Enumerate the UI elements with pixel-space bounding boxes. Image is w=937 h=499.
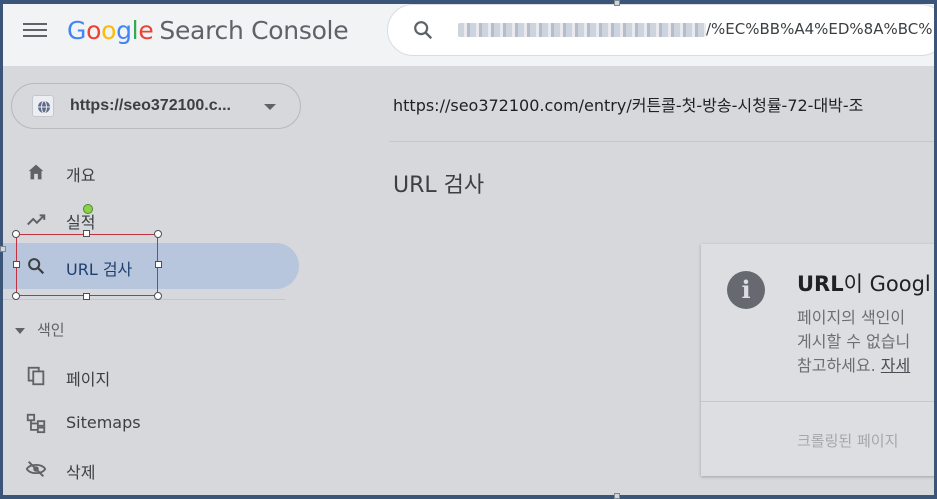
card-heading-b: 이 Googl	[843, 272, 931, 296]
card-heading: URL이 Googl	[797, 268, 931, 298]
sidebar-item-sitemaps[interactable]: Sitemaps	[3, 400, 299, 446]
resize-handle[interactable]	[154, 230, 162, 238]
frame-handle[interactable]	[614, 493, 620, 499]
section-label: 색인	[37, 321, 65, 339]
page-title: URL 검사	[393, 173, 485, 198]
property-url: https://seo372100.c...	[70, 97, 231, 114]
top-bar: Google Search Console /%EC%BB%A4%ED%8A%BC…	[3, 4, 934, 66]
header-divider	[389, 141, 934, 142]
learn-more-link[interactable]: 자세	[881, 356, 910, 375]
sidebar-item-overview[interactable]: 개요	[3, 149, 299, 195]
redacted-url-part	[458, 22, 706, 37]
search-query-text: /%EC%BB%A4%ED%8A%BC%	[458, 20, 933, 38]
frame-handle[interactable]	[0, 246, 6, 252]
inspected-url: https://seo372100.com/entry/커튼콜-첫-방송-시청률…	[393, 96, 864, 115]
hamburger-menu-icon[interactable]	[23, 20, 47, 40]
logo-letter: o	[86, 16, 102, 45]
sitemap-icon	[26, 413, 46, 434]
logo-letter: g	[116, 16, 132, 45]
card-text: 참고하세요.	[797, 356, 881, 375]
globe-icon	[32, 95, 54, 117]
resize-handle[interactable]	[83, 230, 90, 237]
google-search-console-logo[interactable]: Google Search Console	[67, 16, 349, 45]
card-heading-a: URL	[797, 272, 844, 296]
search-query-suffix: /%EC%BB%A4%ED%8A%BC%	[706, 20, 933, 38]
selection-rectangle[interactable]	[16, 234, 158, 296]
frame-handle[interactable]	[614, 0, 620, 6]
visibility-off-icon	[25, 460, 47, 478]
url-inspect-search-input[interactable]: /%EC%BB%A4%ED%8A%BC%	[387, 4, 934, 56]
caret-down-icon	[15, 327, 25, 334]
index-section-toggle[interactable]: 색인	[15, 319, 65, 340]
logo-letter: o	[101, 16, 117, 45]
card-text-line: 페이지의 색인이	[797, 308, 906, 327]
sidebar-divider	[3, 299, 285, 300]
home-icon	[28, 164, 44, 180]
sidebar-item-label: 페이지	[66, 370, 111, 389]
logo-letter: G	[67, 16, 87, 45]
card-divider	[701, 401, 934, 402]
product-name: Search Console	[159, 16, 349, 45]
chevron-down-icon	[264, 104, 276, 110]
sidebar-item-label: Sitemaps	[66, 413, 141, 432]
resize-handle[interactable]	[155, 261, 162, 268]
resize-handle[interactable]	[12, 230, 20, 238]
search-icon	[414, 21, 433, 40]
info-icon: i	[727, 271, 765, 309]
sidebar-item-label: 개요	[66, 166, 96, 185]
property-selector[interactable]: https://seo372100.c...	[11, 83, 301, 129]
rotation-handle[interactable]	[83, 204, 93, 214]
resize-handle[interactable]	[83, 293, 90, 300]
logo-letter: e	[138, 16, 154, 45]
sidebar-item-removals[interactable]: 삭제	[3, 446, 299, 492]
resize-handle[interactable]	[154, 292, 162, 300]
sidebar-item-label: 삭제	[66, 463, 96, 482]
pages-icon	[27, 366, 45, 386]
sidebar-item-pages[interactable]: 페이지	[3, 353, 299, 399]
crawled-page-button[interactable]: 크롤링된 페이지	[797, 430, 898, 451]
search-console-app: Google Search Console /%EC%BB%A4%ED%8A%BC…	[3, 4, 934, 495]
resize-handle[interactable]	[13, 261, 20, 268]
resize-handle[interactable]	[12, 292, 20, 300]
card-text-line: 참고하세요. 자세	[797, 352, 910, 376]
card-text-line: 게시할 수 없습니	[797, 332, 911, 351]
inspection-result-card: i URL이 Googl 페이지의 색인이 게시할 수 없습니 참고하세요. 자…	[701, 244, 934, 476]
trending-up-icon	[27, 214, 46, 226]
